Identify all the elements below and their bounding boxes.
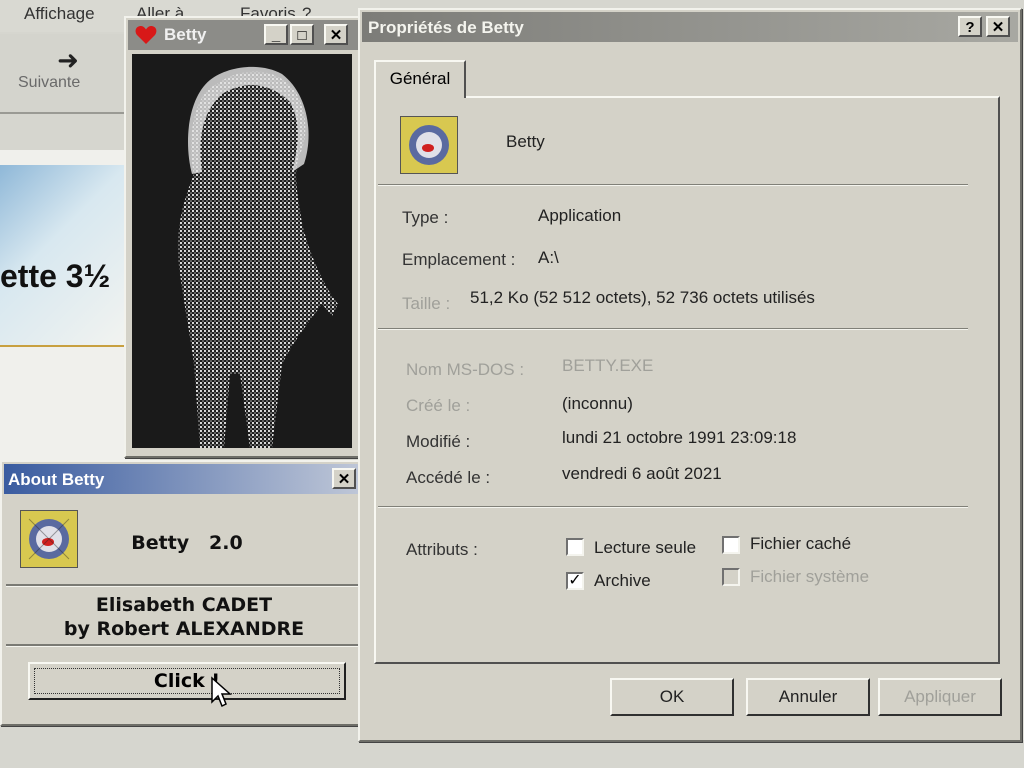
properties-app-name: Betty — [506, 132, 545, 151]
created-label: Créé le : — [406, 396, 471, 415]
close-icon: ✕ — [329, 27, 343, 44]
archive-checkbox[interactable]: ✓ — [566, 572, 584, 590]
next-button[interactable]: ➜ Suivante — [18, 46, 118, 106]
about-app-version-line: Betty 2.0 — [62, 532, 312, 554]
hidden-checkbox[interactable] — [722, 536, 740, 554]
general-tab-panel — [374, 96, 1000, 664]
about-title: About Betty — [8, 470, 105, 489]
properties-title: Propriétés de Betty — [368, 18, 524, 37]
maximize-button[interactable]: □ — [290, 24, 314, 45]
help-icon: ? — [965, 19, 975, 36]
separator-2 — [378, 328, 968, 330]
properties-titlebar[interactable]: Propriétés de Betty ? ✕ — [362, 12, 1018, 42]
about-divider-2 — [6, 644, 362, 647]
msdos-name-value: BETTY.EXE — [562, 356, 654, 375]
about-titlebar[interactable]: About Betty ✕ — [4, 464, 364, 494]
type-value: Application — [538, 206, 622, 225]
about-author-line2: by Robert ALEXANDRE — [63, 618, 305, 640]
about-betty-window: About Betty ✕ Betty 2.0 Elisabeth CADET … — [0, 460, 368, 726]
minimize-button[interactable]: _ — [264, 24, 288, 45]
checkmark-icon: ✓ — [568, 572, 582, 589]
banner-text: ette 3½ — [0, 258, 111, 294]
location-value: A:\ — [538, 248, 559, 267]
attributes-label: Attributs : — [406, 540, 478, 559]
tab-general[interactable]: Général — [374, 60, 466, 98]
properties-app-icon — [400, 116, 458, 174]
heart-icon — [135, 26, 157, 44]
readonly-checkbox[interactable] — [566, 538, 584, 556]
close-icon: ✕ — [337, 471, 351, 488]
mouse-cursor-icon — [211, 676, 232, 708]
ok-button[interactable]: OK — [610, 678, 734, 716]
menu-affichage[interactable]: Affichage — [24, 4, 95, 24]
about-app-name: Betty — [131, 532, 190, 554]
help-button[interactable]: ? — [958, 16, 982, 37]
banner-image — [0, 165, 140, 345]
betty-image-window: Betty _ □ ✕ — [124, 16, 362, 458]
location-label: Emplacement : — [402, 250, 516, 269]
modified-label: Modifié : — [406, 432, 471, 451]
system-label: Fichier système — [750, 567, 870, 586]
created-value: (inconnu) — [562, 394, 633, 413]
readonly-label[interactable]: Lecture seule — [594, 538, 696, 558]
accessed-label: Accédé le : — [406, 468, 491, 487]
betty-figure-image — [132, 54, 352, 448]
arrow-right-icon: ➜ — [57, 45, 79, 75]
click-button[interactable]: Click ! — [28, 662, 346, 700]
separator-1 — [378, 184, 968, 186]
properties-window: Propriétés de Betty ? ✕ Général Betty Ty… — [358, 8, 1022, 742]
click-button-focus-ring — [34, 668, 340, 694]
betty-title: Betty — [164, 25, 207, 44]
betty-titlebar[interactable]: Betty _ □ ✕ — [128, 20, 358, 50]
about-author-line1: Elisabeth CADET — [95, 594, 273, 616]
next-button-label: Suivante — [18, 74, 81, 91]
hidden-label[interactable]: Fichier caché — [750, 534, 851, 554]
cancel-button[interactable]: Annuler — [746, 678, 870, 716]
apply-button: Appliquer — [878, 678, 1002, 716]
size-label: Taille : — [402, 294, 451, 313]
close-icon: ✕ — [991, 19, 1005, 36]
system-checkbox — [722, 568, 740, 586]
properties-close-button[interactable]: ✕ — [986, 16, 1010, 37]
archive-label[interactable]: Archive — [594, 571, 651, 591]
maximize-icon: □ — [297, 27, 307, 44]
size-value: 51,2 Ko (52 512 octets), 52 736 octets u… — [470, 288, 815, 307]
about-divider-1 — [6, 584, 362, 587]
banner-divider — [0, 345, 130, 347]
about-version: 2.0 — [209, 532, 243, 554]
separator-3 — [378, 506, 968, 508]
type-label: Type : — [402, 208, 449, 227]
minimize-icon: _ — [271, 27, 281, 44]
accessed-value: vendredi 6 août 2021 — [562, 464, 722, 483]
betty-close-button[interactable]: ✕ — [324, 24, 348, 45]
properties-app-icon-graphic — [401, 117, 457, 173]
about-close-button[interactable]: ✕ — [332, 468, 356, 489]
msdos-name-label: Nom MS-DOS : — [406, 360, 525, 379]
modified-value: lundi 21 octobre 1991 23:09:18 — [562, 428, 797, 447]
